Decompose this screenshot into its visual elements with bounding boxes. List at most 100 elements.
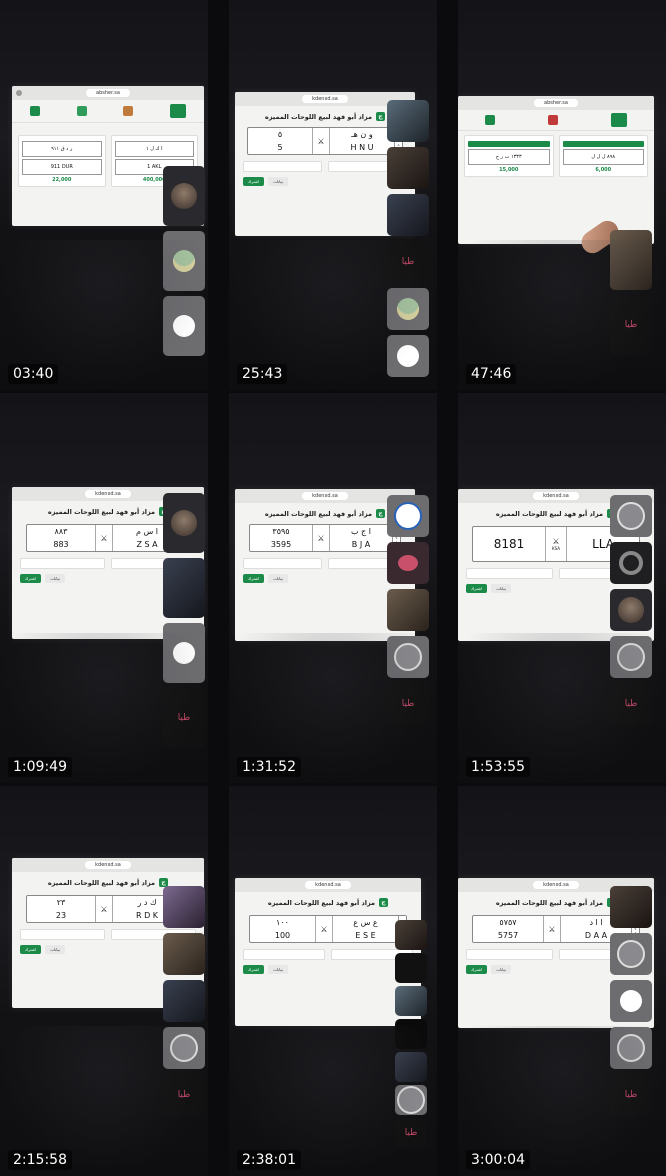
participant-thumb[interactable]: طيا <box>387 683 429 725</box>
participant-thumb[interactable] <box>387 495 429 537</box>
url-bar[interactable]: absher.sa <box>12 86 204 100</box>
participants-sidebar: طيا <box>610 495 652 725</box>
input-field[interactable] <box>466 568 553 579</box>
participants-sidebar <box>163 166 205 356</box>
nav-icon[interactable] <box>547 115 558 125</box>
nav-icon[interactable] <box>30 106 41 116</box>
participant-thumb[interactable] <box>163 166 205 226</box>
participant-thumb[interactable] <box>610 1027 652 1069</box>
plate-card[interactable]: ر د ق ٩١١ 911 DUR 22,000 <box>18 135 106 187</box>
participant-thumb[interactable]: طيا <box>387 241 429 283</box>
url-text: kdenxd.sa <box>85 490 131 498</box>
url-bar[interactable]: kdenxd.sa <box>12 858 204 872</box>
timestamp: 1:31:52 <box>237 757 301 777</box>
input-field[interactable] <box>20 929 105 940</box>
participant-thumb[interactable] <box>395 986 427 1016</box>
submit-button[interactable]: اشترك <box>20 945 42 954</box>
participant-thumb[interactable] <box>395 1052 427 1082</box>
secondary-button[interactable]: بيانات <box>45 574 65 583</box>
participant-thumb[interactable] <box>163 980 205 1022</box>
participant-thumb[interactable] <box>163 886 205 928</box>
auction-screen: kdenxd.sa مزاد أبو فهد لبيع اللوحات المم… <box>235 878 421 1026</box>
secondary-button[interactable]: بيانات <box>268 177 288 186</box>
nav-icon[interactable] <box>76 106 87 116</box>
video-cell-7[interactable]: kdenxd.sa مزاد أبو فهد لبيع اللوحات المم… <box>0 786 208 1176</box>
price: 6,000 <box>595 167 612 173</box>
video-cell-9[interactable]: kdenxd.sa مزاد أبو فهد لبيع اللوحات المم… <box>458 786 666 1176</box>
participant-thumb[interactable] <box>163 558 205 618</box>
secondary-button[interactable]: بيانات <box>268 574 288 583</box>
participant-thumb[interactable] <box>610 495 652 537</box>
participant-thumb[interactable] <box>387 100 429 142</box>
participant-thumb[interactable] <box>610 230 652 290</box>
submit-button[interactable]: اشترك <box>243 965 265 974</box>
back-icon[interactable] <box>16 90 22 96</box>
nav-icon[interactable] <box>123 106 134 116</box>
video-cell-6[interactable]: kdenxd.sa مزاد أبو فهد لبيع اللوحات المم… <box>458 393 666 783</box>
timestamp: 2:15:58 <box>8 1150 72 1170</box>
participant-thumb[interactable]: طيا <box>610 683 652 725</box>
secondary-button[interactable]: بيانات <box>268 965 288 974</box>
submit-button[interactable]: اشترك <box>466 584 488 593</box>
url-text: kdenxd.sa <box>533 492 579 500</box>
participant-thumb[interactable] <box>395 953 427 983</box>
input-field[interactable] <box>243 161 322 172</box>
video-cell-4[interactable]: kdenxd.sa مزاد أبو فهد لبيع اللوحات المم… <box>0 393 208 783</box>
participant-thumb[interactable]: طيا <box>163 1074 205 1116</box>
plate-card[interactable]: ١٣٣٣ ب ر ح 15,000 <box>464 135 554 177</box>
input-field[interactable] <box>20 558 105 569</box>
secondary-button[interactable]: بيانات <box>491 584 511 593</box>
secondary-button[interactable]: بيانات <box>491 965 511 974</box>
url-text: kdenxd.sa <box>302 492 348 500</box>
participant-thumb[interactable] <box>387 288 429 330</box>
participant-thumb[interactable]: طيا <box>163 688 205 748</box>
participant-thumb[interactable] <box>610 636 652 678</box>
submit-button[interactable]: اشترك <box>243 574 265 583</box>
secondary-button[interactable]: بيانات <box>45 945 65 954</box>
participant-thumb[interactable] <box>163 231 205 291</box>
video-cell-5[interactable]: kdenxd.sa مزاد أبو فهد لبيع اللوحات المم… <box>229 393 437 783</box>
participant-thumb[interactable] <box>163 1027 205 1069</box>
url-bar[interactable]: absher.sa <box>458 96 654 110</box>
participant-thumb[interactable] <box>395 1085 427 1115</box>
video-cell-1[interactable]: absher.sa ر د ق ٩١١ 911 DUR 22,000 ا ك ل… <box>0 0 208 390</box>
url-bar[interactable]: kdenxd.sa <box>235 878 421 892</box>
participant-thumb[interactable] <box>395 920 427 950</box>
input-field[interactable] <box>466 949 553 960</box>
participant-thumb[interactable] <box>610 542 652 584</box>
participants-sidebar: طيا <box>610 886 652 1116</box>
participant-thumb[interactable] <box>163 296 205 356</box>
participant-thumb[interactable] <box>387 636 429 678</box>
submit-button[interactable]: اشترك <box>243 177 265 186</box>
participant-thumb[interactable] <box>610 933 652 975</box>
submit-button[interactable]: اشترك <box>20 574 42 583</box>
participant-thumb[interactable] <box>610 980 652 1022</box>
palm-swords-icon: ⚔ <box>95 525 113 551</box>
participant-thumb[interactable]: طيا <box>395 1118 427 1148</box>
participants-sidebar: طيا <box>163 493 205 748</box>
participant-thumb[interactable] <box>387 589 429 631</box>
participant-thumb[interactable]: طيا <box>610 295 652 355</box>
submit-button[interactable]: اشترك <box>466 965 488 974</box>
absher-nav <box>12 100 204 123</box>
participant-thumb[interactable] <box>610 589 652 631</box>
page-title: مزاد أبو فهد لبيع اللوحات المميزهج <box>235 898 421 907</box>
participant-thumb[interactable] <box>163 623 205 683</box>
video-cell-3[interactable]: absher.sa ١٣٣٣ ب ر ح 15,000 ٨٩٨ ل ل ل 6,… <box>458 0 666 390</box>
participant-thumb[interactable] <box>387 147 429 189</box>
nav-icon[interactable] <box>484 115 495 125</box>
video-cell-8[interactable]: kdenxd.sa مزاد أبو فهد لبيع اللوحات المم… <box>229 786 437 1176</box>
participant-thumb[interactable] <box>387 194 429 236</box>
participant-thumb[interactable] <box>163 493 205 553</box>
participant-thumb[interactable] <box>387 542 429 584</box>
palm-swords-icon: ⚔ <box>312 128 330 154</box>
plate-card[interactable]: ٨٩٨ ل ل ل 6,000 <box>558 135 648 177</box>
video-cell-2[interactable]: kdenxd.sa مزاد أبو فهد لبيع اللوحات المم… <box>229 0 437 390</box>
input-field[interactable] <box>243 558 322 569</box>
participant-thumb[interactable] <box>610 886 652 928</box>
participant-thumb[interactable] <box>163 933 205 975</box>
input-field[interactable] <box>243 949 325 960</box>
participant-thumb[interactable]: طيا <box>610 1074 652 1116</box>
participant-thumb[interactable] <box>395 1019 427 1049</box>
participant-thumb[interactable] <box>387 335 429 377</box>
